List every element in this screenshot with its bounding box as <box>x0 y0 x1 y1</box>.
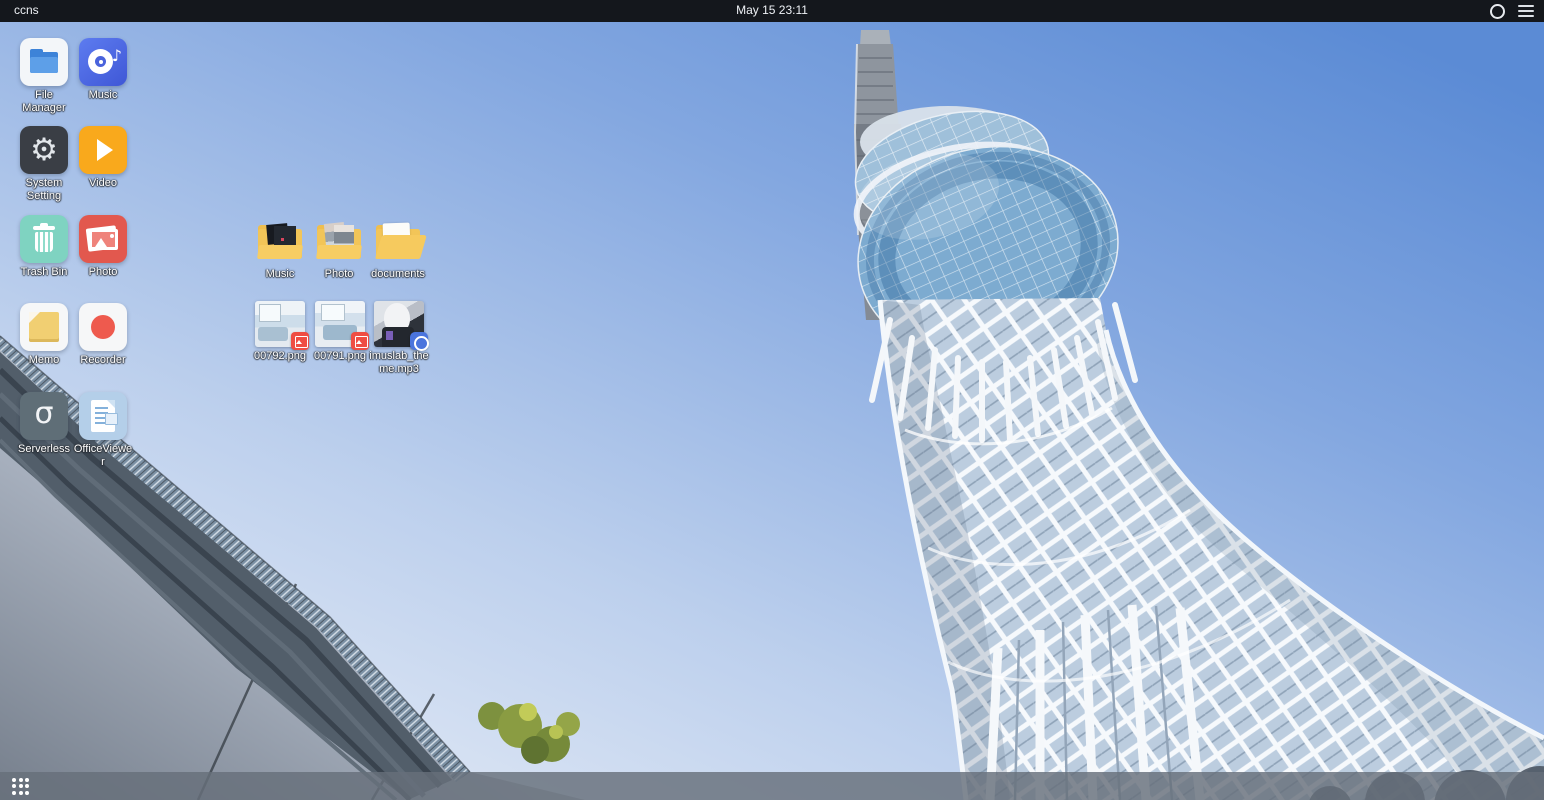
icon-label: Photo <box>73 266 133 279</box>
taskbar <box>0 772 1544 800</box>
icon-label: imuslab_theme.mp3 <box>367 350 431 376</box>
image-badge-icon <box>291 332 309 350</box>
desktop-folder-photo[interactable]: Photo <box>307 219 371 281</box>
desktop-icon-recorder[interactable]: Recorder <box>73 303 133 367</box>
desktop-icon-serverless[interactable]: σ Serverless <box>14 392 74 456</box>
clock: May 15 23:11 <box>736 3 808 17</box>
desktop-screen: ccns May 15 23:11 File Manager ♪ Music ⚙… <box>0 0 1544 800</box>
desktop-folder-documents[interactable]: documents <box>366 219 430 281</box>
wallpaper-image <box>0 0 1544 800</box>
desktop-file-00792-png[interactable]: 00792.png <box>248 301 312 363</box>
desktop-icon-file-manager[interactable]: File Manager <box>14 38 74 115</box>
music-badge-icon <box>410 332 428 350</box>
serverless-app-icon: σ <box>20 392 68 440</box>
desktop-file-imuslab-theme-mp3[interactable]: imuslab_theme.mp3 <box>367 301 431 376</box>
hamburger-menu-icon[interactable] <box>1518 5 1534 18</box>
image-file-icon <box>315 301 365 347</box>
folder-photo-icon <box>315 221 363 265</box>
photo-app-icon <box>79 215 127 263</box>
desktop-icon-music-app[interactable]: ♪ Music <box>73 38 133 102</box>
icon-label: 00792.png <box>248 350 312 363</box>
video-app-icon <box>79 126 127 174</box>
desktop-icon-memo[interactable]: Memo <box>14 303 74 367</box>
icon-label: File Manager <box>14 89 74 115</box>
icon-label: Trash Bin <box>14 266 74 279</box>
folder-open-icon <box>374 221 422 265</box>
status-ring-icon[interactable] <box>1490 4 1505 19</box>
desktop-icon-system-setting[interactable]: ⚙ System Setting <box>14 126 74 203</box>
recorder-app-icon <box>79 303 127 351</box>
file-manager-icon <box>20 38 68 86</box>
sigma-icon: σ <box>20 392 68 440</box>
music-app-icon: ♪ <box>79 38 127 86</box>
trash-bin-icon <box>20 215 68 263</box>
top-status-bar: ccns May 15 23:11 <box>0 0 1544 22</box>
icon-label: documents <box>366 268 430 281</box>
desktop-icon-office-viewer[interactable]: OfficeViewer <box>73 392 133 469</box>
office-viewer-icon <box>79 392 127 440</box>
audio-file-icon <box>374 301 424 347</box>
icon-label: OfficeViewer <box>73 443 133 469</box>
icon-label: Music <box>73 89 133 102</box>
icon-label: Recorder <box>73 354 133 367</box>
workspace-label[interactable]: ccns <box>14 3 39 17</box>
memo-app-icon <box>20 303 68 351</box>
icon-label: Video <box>73 177 133 190</box>
desktop-file-00791-png[interactable]: 00791.png <box>308 301 372 363</box>
desktop-icon-video[interactable]: Video <box>73 126 133 190</box>
app-grid-icon[interactable] <box>12 778 29 795</box>
music-note-icon: ♪ <box>112 46 122 65</box>
icon-label: Photo <box>307 268 371 281</box>
system-setting-icon: ⚙ <box>20 126 68 174</box>
desktop-folder-music[interactable]: Music <box>248 219 312 281</box>
gear-icon: ⚙ <box>20 126 68 174</box>
icon-label: Memo <box>14 354 74 367</box>
image-file-icon <box>255 301 305 347</box>
icon-label: 00791.png <box>308 350 372 363</box>
icon-label: Serverless <box>14 443 74 456</box>
folder-music-icon <box>256 221 304 265</box>
desktop-icon-trash-bin[interactable]: Trash Bin <box>14 215 74 279</box>
icon-label: System Setting <box>14 177 74 203</box>
desktop-icon-photo-app[interactable]: Photo <box>73 215 133 279</box>
icon-label: Music <box>248 268 312 281</box>
play-icon <box>97 139 113 161</box>
